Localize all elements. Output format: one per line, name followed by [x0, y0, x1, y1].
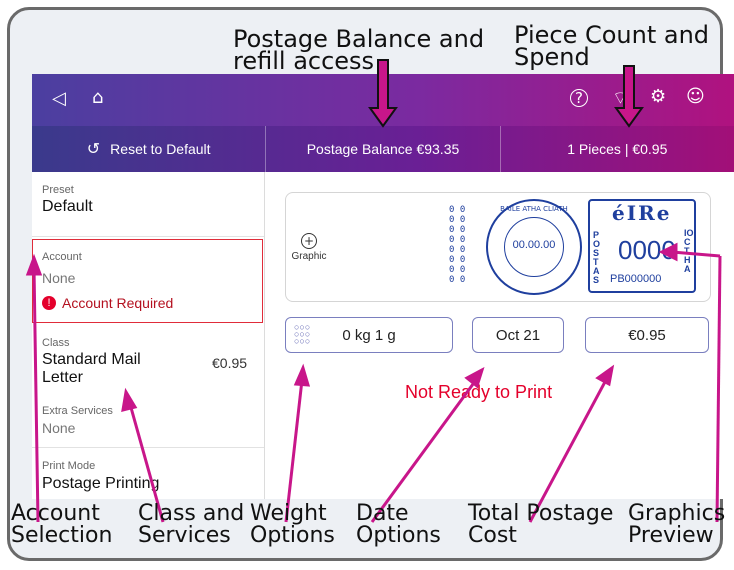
- postage-balance-button[interactable]: Postage Balance €93.35: [266, 126, 501, 172]
- callout-weight-options: Weight Options: [250, 501, 335, 548]
- stamp-id: PB000000: [610, 273, 662, 285]
- job-settings-sidebar: Preset Default Account None ! Account Re…: [32, 172, 265, 499]
- class-item[interactable]: Class Standard Mail Letter €0.95 Extra S…: [32, 327, 264, 448]
- print-mode-item[interactable]: Print Mode Postage Printing: [32, 448, 264, 499]
- extra-services-value: None: [42, 420, 76, 436]
- preset-value: Default: [42, 198, 93, 215]
- callout-total-cost: Total Postage Cost: [468, 501, 614, 548]
- callout-account-selection: Account Selection: [11, 501, 113, 548]
- wifi-icon: ⌔: [612, 88, 629, 109]
- device-screen: ◁ ⌂ ? ⌔ ⚙ ☺ ↺ Reset to Default Postage B…: [32, 74, 734, 499]
- postmark-circle: BAILE ATHA CLIATH 00.00.00: [486, 199, 582, 295]
- class-price: €0.95: [212, 355, 248, 371]
- add-graphic-button[interactable]: + Graphic: [286, 233, 332, 262]
- print-mode-value: Postage Printing: [42, 475, 160, 492]
- stamp-value: 0000: [618, 235, 676, 265]
- preset-item[interactable]: Preset Default: [32, 172, 264, 237]
- eire-text: éIRe: [612, 201, 672, 225]
- home-icon[interactable]: ⌂: [92, 87, 103, 108]
- preset-label: Preset: [42, 184, 74, 196]
- plus-circle-icon: +: [301, 233, 317, 249]
- extra-services-label: Extra Services: [42, 405, 113, 417]
- account-label: Account: [42, 251, 82, 263]
- account-item[interactable]: Account None ! Account Required: [32, 239, 263, 323]
- weight-button[interactable]: ○○○ ○○○ ○○○ 0 kg 1 g: [285, 317, 453, 353]
- date-button[interactable]: Oct 21: [472, 317, 564, 353]
- back-icon[interactable]: ◁: [52, 88, 66, 109]
- main-panel: + Graphic 0 00 00 00 0 0 00 00 00 0 BAIL…: [265, 172, 734, 499]
- stamp-preview-box: + Graphic 0 00 00 00 0 0 00 00 00 0 BAIL…: [285, 192, 711, 302]
- help-icon[interactable]: ?: [570, 89, 588, 107]
- postmark-top-text: BAILE ATHA CLIATH: [500, 205, 568, 213]
- reset-icon: ↺: [86, 141, 101, 158]
- callout-class-services: Class and Services: [138, 501, 245, 548]
- account-warning: ! Account Required: [42, 295, 173, 311]
- reset-default-button[interactable]: ↺ Reset to Default: [32, 126, 267, 172]
- total-postage-button[interactable]: €0.95: [585, 317, 709, 353]
- account-value: None: [42, 270, 76, 286]
- callout-date-options: Date Options: [356, 501, 441, 548]
- status-bar: ◁ ⌂ ? ⌔ ⚙ ☺: [32, 74, 734, 126]
- callout-postage-balance: Postage Balance and refill access: [233, 25, 485, 75]
- iocht-text: IOCTHA: [684, 228, 694, 274]
- class-label: Class: [42, 337, 70, 349]
- piece-count-button[interactable]: 1 Pieces | €0.95: [501, 126, 734, 172]
- graphic-label: Graphic: [291, 251, 327, 262]
- callout-piece-count: Piece Count and Spend: [514, 21, 710, 71]
- postmark-date: 00.00.00: [512, 239, 556, 251]
- stamp-frame: éIRe POSTAS 0000 IOCTHA PB000000: [588, 199, 696, 293]
- user-icon[interactable]: ☺: [686, 86, 705, 107]
- class-value-line2: Letter: [42, 369, 83, 386]
- action-tabs: ↺ Reset to Default Postage Balance €93.3…: [32, 126, 734, 172]
- callout-graphics-preview: Graphics Preview: [628, 501, 726, 548]
- warning-icon: !: [42, 296, 56, 310]
- gear-icon[interactable]: ⚙: [650, 86, 666, 107]
- print-status: Not Ready to Print: [405, 382, 553, 402]
- zeros-column: 0 00 00 00 0 0 00 00 00 0: [449, 205, 466, 285]
- scale-grid-icon: ○○○ ○○○ ○○○: [294, 322, 311, 346]
- postas-text: POSTAS: [593, 230, 601, 285]
- print-mode-label: Print Mode: [42, 460, 96, 472]
- class-value-line1: Standard Mail: [42, 351, 141, 368]
